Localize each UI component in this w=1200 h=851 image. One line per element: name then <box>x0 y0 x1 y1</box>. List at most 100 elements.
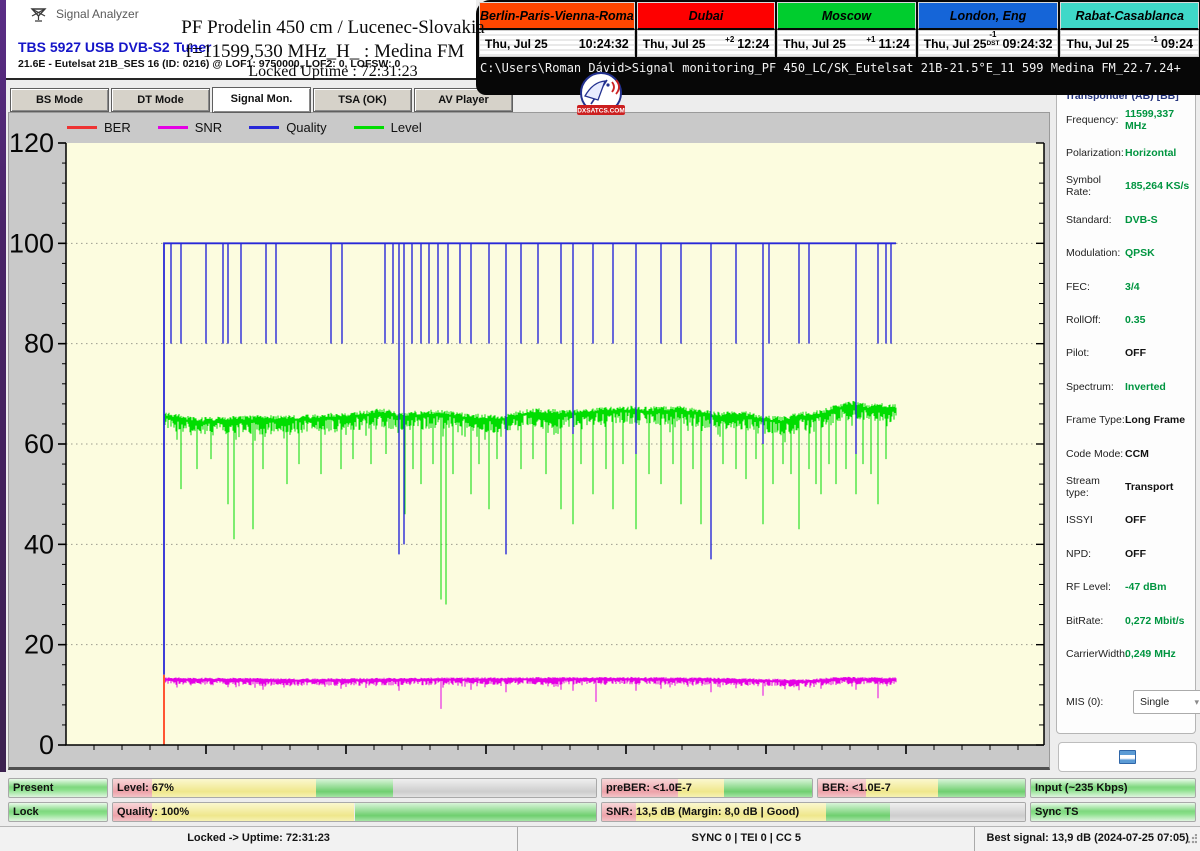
svg-text:40: 40 <box>24 529 54 559</box>
clock-utc-offset: -1 <box>1151 36 1158 44</box>
param-value: Transport <box>1125 481 1173 493</box>
satellite-dish-icon <box>30 6 47 23</box>
svg-text:60: 60 <box>24 429 54 459</box>
clock-date: Thu, Jul 25 <box>783 37 846 51</box>
meter-segment-green <box>826 803 889 821</box>
clock-city-label: London, Eng <box>918 2 1059 30</box>
legend-item-quality: Quality <box>249 120 326 135</box>
clock-date-time: Thu, Jul 25+111:24 <box>777 30 916 57</box>
param-row: RollOff:0.35 <box>1057 303 1197 336</box>
param-row: Frequency:11599,337 MHz <box>1057 103 1197 136</box>
param-label: Modulation: <box>1066 247 1125 259</box>
transponder-sidebar: Transponder (AB) [BB] Frequency:11599,33… <box>1056 86 1196 734</box>
clock-2: MoscowThu, Jul 25+111:24 <box>775 2 916 57</box>
param-row: RF Level:-47 dBm <box>1057 570 1197 603</box>
tab-bs-mode[interactable]: BS Mode <box>10 88 109 112</box>
chevron-down-icon: ▾ <box>1194 697 1199 708</box>
status-label: preBER: <1.0E-7 <box>606 779 692 797</box>
site-title: PF Prodelin 450 cm / Lucenec-Slovakia <box>181 17 484 39</box>
param-row: Symbol Rate:185,264 KS/s <box>1057 170 1197 203</box>
param-value: -47 dBm <box>1125 581 1166 593</box>
param-value: Long Frame <box>1125 414 1185 426</box>
param-label: ISSYI <box>1066 514 1125 526</box>
clock-time-value: 09:24 <box>1161 37 1193 51</box>
param-value: QPSK <box>1125 247 1155 259</box>
clock-city-label: Rabat-Casablanca <box>1060 2 1199 30</box>
clock-date-time: Thu, Jul 25 -109:24 <box>1060 30 1199 57</box>
status-meter-ber: BER: <1.0E-7 <box>817 778 1026 798</box>
window-left-border <box>0 0 6 772</box>
param-row: BitRate:0,272 Mbit/s <box>1057 604 1197 637</box>
param-label: BitRate: <box>1066 615 1125 627</box>
clock-time-value: 12:24 <box>737 37 769 51</box>
legend-item-snr: SNR <box>158 120 222 135</box>
param-label: Spectrum: <box>1066 381 1125 393</box>
legend-label: SNR <box>195 120 222 135</box>
legend-item-ber: BER <box>67 120 131 135</box>
clock-utc-offset: +2 <box>725 36 734 44</box>
param-label: RF Level: <box>1066 581 1125 593</box>
meter-segment-green <box>938 779 1025 797</box>
statusbar-lock-uptime: Locked -> Uptime: 72:31:23 <box>0 827 517 851</box>
tab-tsa-ok-[interactable]: TSA (OK) <box>313 88 412 112</box>
parameter-list: Frequency:11599,337 MHzPolarization:Hori… <box>1057 103 1197 671</box>
clock-date: Thu, Jul 25 <box>924 37 987 51</box>
param-value: Horizontal <box>1125 147 1176 159</box>
meter-segment-gray <box>393 779 596 797</box>
legend-swatch <box>158 126 188 129</box>
resize-grip[interactable] <box>1187 834 1197 844</box>
svg-text:120: 120 <box>9 128 54 158</box>
tab-bar: BS ModeDT ModeSignal Mon.TSA (OK)AV Play… <box>6 86 530 112</box>
status-label: Lock <box>13 803 39 821</box>
param-row: Stream type:Transport <box>1057 470 1197 503</box>
status-indicator-sync-ts: Sync TS <box>1030 802 1196 822</box>
statusbar-sync-counters: SYNC 0 | TEI 0 | CC 5 <box>517 827 974 851</box>
svg-text:20: 20 <box>24 630 54 660</box>
param-label: Stream type: <box>1066 475 1125 499</box>
status-label: Quality: 100% <box>117 803 189 821</box>
status-meter-snr: SNR: 13,5 dB (Margin: 8,0 dB | Good) <box>601 802 1026 822</box>
tuner-name: TBS 5927 USB DVB-S2 Tuner <box>18 39 211 55</box>
legend-item-level: Level <box>354 120 422 135</box>
app-title: Signal Analyzer <box>56 7 139 21</box>
stream-list-icon <box>1119 750 1136 764</box>
tab-dt-mode[interactable]: DT Mode <box>111 88 210 112</box>
clock-time-value: 11:24 <box>878 37 909 51</box>
clock-date: Thu, Jul 25 <box>1066 37 1129 51</box>
status-meter-preber: preBER: <1.0E-7 <box>601 778 813 798</box>
param-label: FEC: <box>1066 281 1125 293</box>
status-indicator-present: Present <box>8 778 108 798</box>
param-row: NPD:OFF <box>1057 537 1197 570</box>
clock-date: Thu, Jul 25 <box>643 37 706 51</box>
mis-dropdown[interactable]: Single ▾ <box>1133 690 1200 714</box>
clock-date-time: Thu, Jul 25-1DST09:24:32 <box>918 30 1059 57</box>
status-meter-level: Level: 67% <box>112 778 597 798</box>
svg-text:80: 80 <box>24 329 54 359</box>
legend-swatch <box>249 126 279 129</box>
clock-city-label: Moscow <box>777 2 916 30</box>
world-clock-strip: Berlin-Paris-Vienna-RomaThu, Jul 2510:24… <box>479 2 1199 57</box>
param-row: Polarization:Horizontal <box>1057 136 1197 169</box>
mis-label: MIS (0): <box>1066 696 1125 708</box>
clock-time-value: 09:24:32 <box>1002 37 1052 51</box>
legend-label: Quality <box>286 120 326 135</box>
meter-segment-green <box>355 803 597 821</box>
param-value: 11599,337 MHz <box>1125 108 1197 132</box>
clock-date-time: Thu, Jul 25 +212:24 <box>637 30 776 57</box>
param-row: Standard:DVB-S <box>1057 203 1197 236</box>
chart-legend: BER SNR Quality Level <box>67 118 422 136</box>
tab-signal-mon-[interactable]: Signal Mon. <box>212 87 311 113</box>
param-label: CarrierWidth: <box>1066 648 1125 660</box>
param-label: Polarization: <box>1066 147 1125 159</box>
clock-0: Berlin-Paris-Vienna-RomaThu, Jul 2510:24… <box>479 2 635 57</box>
param-label: Frequency: <box>1066 114 1125 126</box>
clock-3: London, EngThu, Jul 25-1DST09:24:32 <box>916 2 1059 57</box>
status-label: Level: 67% <box>117 779 174 797</box>
legend-swatch <box>67 126 97 129</box>
stream-list-button[interactable] <box>1058 742 1197 772</box>
chart-panel: BERSNRQualityLevel 020406080100120 <box>8 112 1050 770</box>
status-label: Input (~235 Kbps) <box>1035 779 1128 797</box>
svg-text:100: 100 <box>9 228 54 258</box>
status-indicator-input-235-kbps-: Input (~235 Kbps) <box>1030 778 1196 798</box>
param-row: Code Mode:CCM <box>1057 437 1197 470</box>
